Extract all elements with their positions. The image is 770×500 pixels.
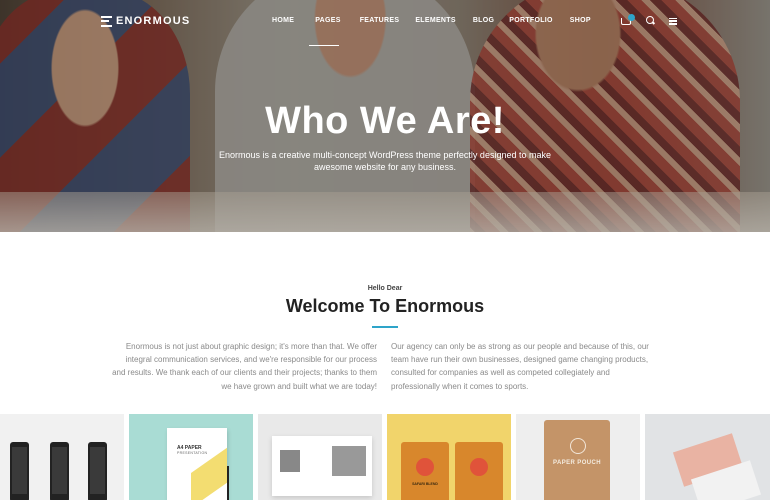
search-icon[interactable] bbox=[645, 15, 655, 25]
hero-banner: ENORMOUS HOME PAGES FEATURES ELEMENTS BL… bbox=[0, 0, 770, 232]
phone-mockup bbox=[50, 442, 69, 500]
intro-text-left: Enormous is not just about graphic desig… bbox=[112, 342, 377, 391]
section-eyebrow: Hello Dear bbox=[367, 285, 403, 292]
pouch-mockup: PAPER POUCH bbox=[544, 420, 610, 500]
pouch-text: PAPER POUCH bbox=[553, 460, 601, 466]
paper-subtitle: PRESENTATION bbox=[177, 451, 208, 455]
bag-label-icon bbox=[470, 458, 488, 476]
nav-icon-group bbox=[621, 14, 679, 25]
portfolio-item-brochure[interactable] bbox=[258, 414, 382, 500]
nav-home[interactable]: HOME bbox=[272, 17, 294, 24]
logo-mark-icon bbox=[101, 15, 112, 27]
phone-mockup bbox=[88, 442, 107, 500]
title-underline bbox=[372, 326, 398, 328]
brochure-mockup bbox=[272, 436, 372, 496]
bag-label-icon bbox=[416, 458, 434, 476]
nav-portfolio[interactable]: PORTFOLIO bbox=[509, 17, 553, 24]
hero-subtitle: Enormous is a creative multi-concept Wor… bbox=[219, 150, 551, 172]
section-title: Welcome To Enormous bbox=[285, 296, 485, 316]
intro-text-right: Our agency can only be as strong as our … bbox=[391, 342, 649, 391]
main-menu: HOME PAGES FEATURES ELEMENTS BLOG PORTFO… bbox=[272, 17, 591, 46]
logo-text: ENORMOUS bbox=[116, 15, 191, 27]
paper-mockup: A4 PAPER PRESENTATION bbox=[167, 428, 227, 500]
portfolio-item-phones[interactable] bbox=[0, 414, 124, 500]
pen-image bbox=[227, 466, 229, 500]
site-logo[interactable]: ENORMOUS bbox=[101, 15, 190, 27]
cart-icon[interactable] bbox=[621, 14, 635, 25]
bag-text: SAFARI BLEND bbox=[412, 482, 438, 486]
portfolio-item-pouch[interactable]: PAPER POUCH bbox=[516, 414, 640, 500]
nav-blog[interactable]: BLOG bbox=[473, 17, 494, 24]
coffee-bag bbox=[455, 442, 503, 500]
cart-badge bbox=[628, 14, 635, 21]
portfolio-item-paper[interactable]: A4 PAPER PRESENTATION bbox=[129, 414, 253, 500]
nav-shop[interactable]: SHOP bbox=[570, 17, 591, 24]
hero-title: Who We Are! bbox=[265, 100, 505, 142]
portfolio-item-cards[interactable] bbox=[645, 414, 770, 500]
top-navigation: ENORMOUS HOME PAGES FEATURES ELEMENTS BL… bbox=[0, 0, 770, 46]
portfolio-strip: A4 PAPER PRESENTATION SAFARI BLEND PAPER… bbox=[0, 414, 770, 500]
nav-pages[interactable]: PAGES bbox=[309, 17, 341, 46]
portfolio-item-coffee-bags[interactable]: SAFARI BLEND bbox=[387, 414, 511, 500]
nav-elements[interactable]: ELEMENTS bbox=[415, 17, 456, 24]
coffee-bag: SAFARI BLEND bbox=[401, 442, 449, 500]
nav-features[interactable]: FEATURES bbox=[360, 17, 400, 24]
phone-mockup bbox=[10, 442, 29, 500]
menu-icon[interactable] bbox=[669, 17, 679, 25]
